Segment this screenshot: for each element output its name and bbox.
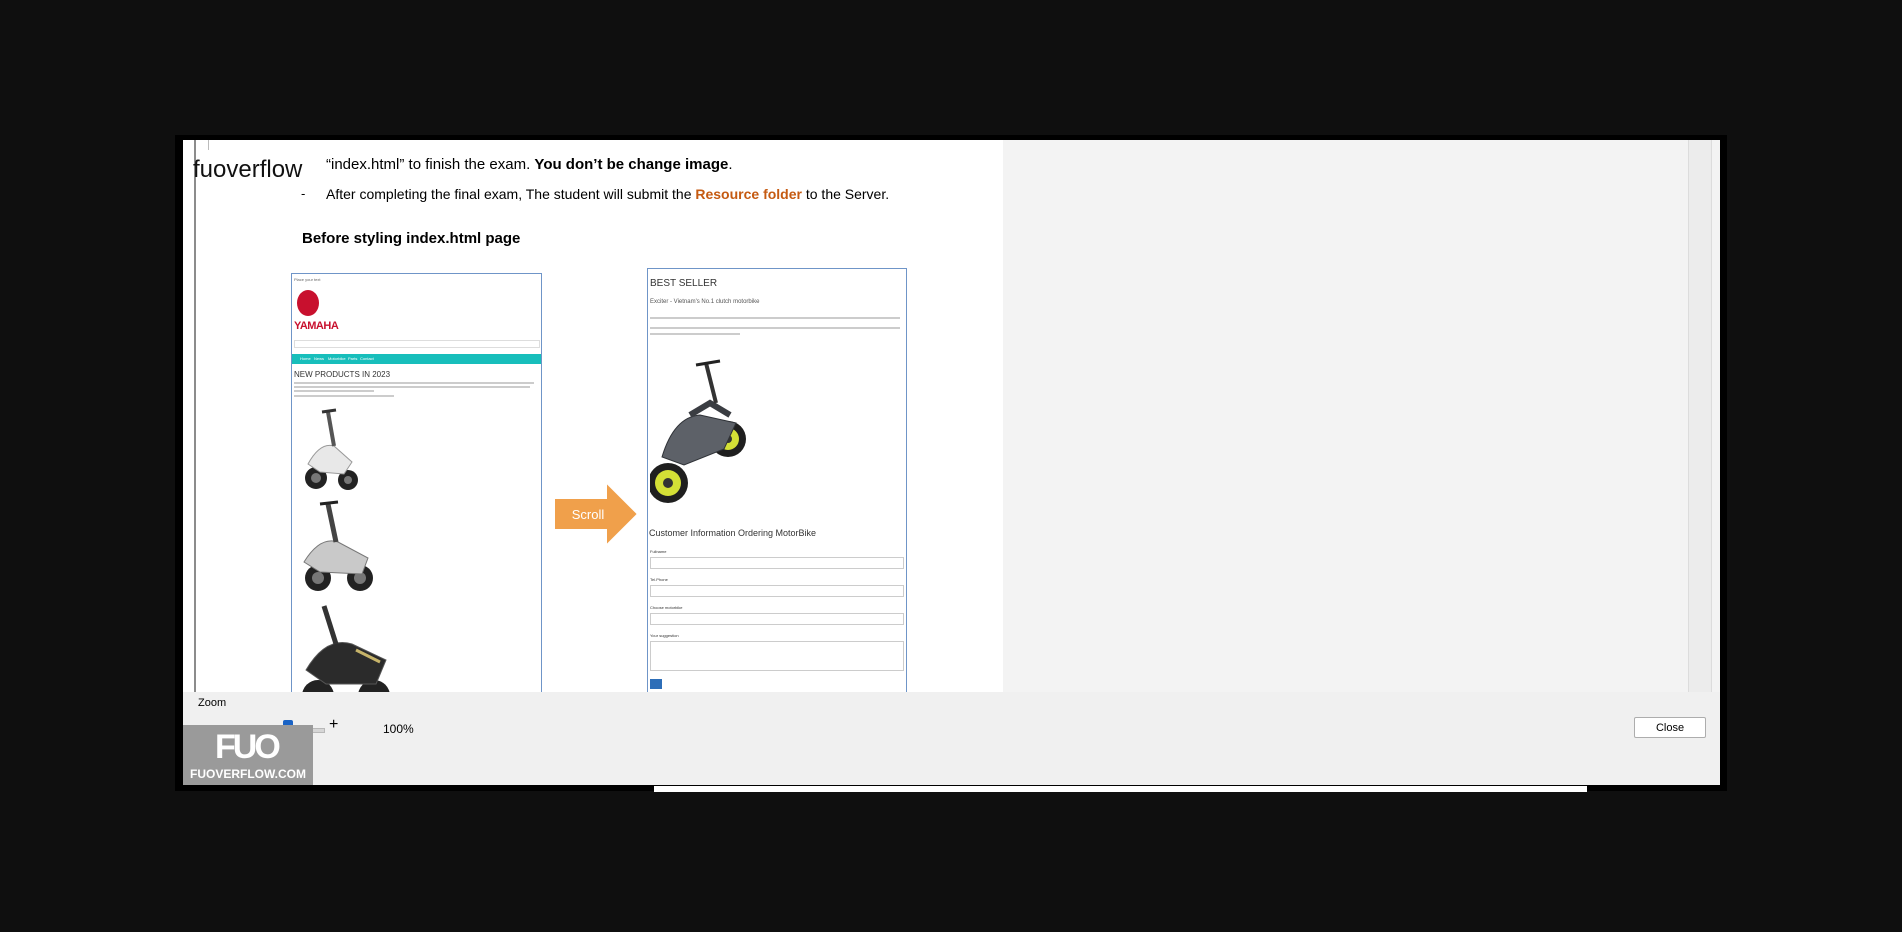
send-button xyxy=(650,679,662,689)
before-screenshot-right: BEST SELLER Exciter - Vietnam's No.1 clu… xyxy=(647,268,907,692)
vertical-scrollbar[interactable] xyxy=(1688,140,1712,692)
motorbike-black-image xyxy=(302,605,390,692)
motorbike-select xyxy=(650,613,904,625)
exciter-motorbike-image xyxy=(650,359,746,503)
text-line xyxy=(294,390,374,392)
document-image: “index.html” to finish the exam. You don… xyxy=(183,140,1003,692)
search-box xyxy=(294,340,540,348)
image-viewer-window: “index.html” to finish the exam. You don… xyxy=(183,140,1720,785)
fuo-site-text: FUOVERFLOW.COM xyxy=(190,767,306,781)
fuo-logo-mark: FUO xyxy=(215,728,281,766)
page-margin-rule xyxy=(194,140,196,692)
nav-item: Parts xyxy=(348,356,358,361)
scroll-arrow-label: Scroll xyxy=(572,507,605,522)
fullname-input xyxy=(650,557,904,569)
top-link: Place your text xyxy=(294,277,321,282)
instruction-line: “index.html” to finish the exam. You don… xyxy=(326,156,733,173)
watermark-text: fuoverflow xyxy=(193,156,303,183)
bottom-edge-strip xyxy=(654,786,1587,792)
form-label: Tel.Phone xyxy=(650,577,668,582)
text-line xyxy=(294,395,394,397)
best-seller-title: BEST SELLER xyxy=(650,278,718,289)
phone-input xyxy=(650,585,904,597)
section-heading: Before styling index.html page xyxy=(302,230,521,247)
scooter-white-image xyxy=(305,408,358,490)
new-products-title: NEW PRODUCTS IN 2023 xyxy=(294,370,391,379)
text-line xyxy=(650,327,900,329)
nav-item: Motorbike xyxy=(328,356,346,361)
scooter-silver-image xyxy=(303,500,373,591)
nav-item: Home xyxy=(300,356,311,361)
bullet-marker: - xyxy=(301,186,306,201)
best-seller-subtitle: Exciter - Vietnam's No.1 clutch motorbik… xyxy=(650,299,760,305)
suggestion-textarea xyxy=(650,641,904,671)
zoom-label: Zoom xyxy=(198,697,227,709)
zoom-value: 100% xyxy=(383,722,414,736)
form-label: Your suggestion xyxy=(650,633,679,638)
form-label: Fullname xyxy=(650,549,667,554)
page-margin-mark xyxy=(208,140,209,150)
resource-folder-text: Resource folder xyxy=(695,186,802,202)
submit-instruction: After completing the final exam, The stu… xyxy=(326,186,890,202)
text-line xyxy=(294,386,530,388)
text-line xyxy=(294,382,534,384)
scroll-arrow: Scroll xyxy=(553,479,640,549)
yamaha-logo-icon xyxy=(297,290,319,316)
form-label: Choose motorbike xyxy=(650,605,683,610)
fuoverflow-logo: FUO FUOVERFLOW.COM xyxy=(183,725,313,785)
yamaha-logo-text: YAMAHA xyxy=(294,320,339,332)
text-line xyxy=(650,333,740,335)
nav-item: News xyxy=(314,356,325,361)
text-line xyxy=(650,317,900,319)
nav-item: Contact xyxy=(360,356,374,361)
zoom-in-button[interactable]: + xyxy=(329,716,338,734)
image-view-area: “index.html” to finish the exam. You don… xyxy=(183,140,1720,692)
form-title: Customer Information Ordering MotorBike xyxy=(649,528,817,538)
before-screenshot-left: Place your text YAMAHA Home News Motorbi… xyxy=(291,273,542,692)
close-button[interactable]: Close xyxy=(1634,717,1706,738)
